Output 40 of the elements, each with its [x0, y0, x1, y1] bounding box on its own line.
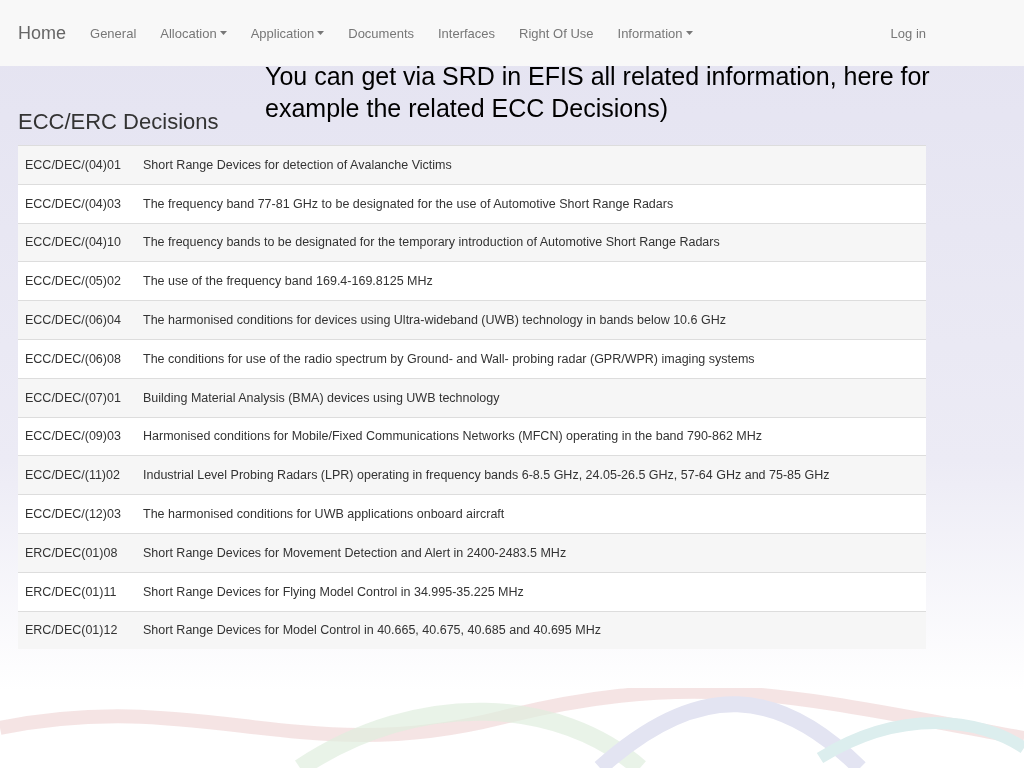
- nav-menu-item[interactable]: Documents: [348, 25, 414, 41]
- decision-code: ECC/DEC/(06)08: [24, 351, 122, 366]
- decision-title: Short Range Devices for detection of Avalanche Victims: [143, 157, 452, 172]
- decision-title: The harmonised conditions for UWB applications onboard aircraft: [143, 507, 505, 522]
- decision-code: ECC/DEC/(09)03: [24, 429, 122, 444]
- section-heading: ECC/ERC Decisions: [18, 109, 219, 136]
- decision-code: ECC/DEC/(06)04: [24, 313, 122, 328]
- decision-code: ERC/DEC(01)08: [24, 545, 119, 560]
- nav-menu-item[interactable]: Information: [617, 25, 693, 41]
- nav-menu-item[interactable]: Right Of Use: [519, 25, 594, 41]
- nav-menu-item[interactable]: General: [90, 25, 137, 41]
- nav-menu-item[interactable]: Interfaces: [438, 25, 496, 41]
- decision-code: ERC/DEC(01)11: [24, 584, 118, 599]
- nav-menu-item[interactable]: Allocation: [160, 25, 227, 41]
- decision-title: Industrial Level Probing Radars (LPR) operating in frequency bands 6-8.5 GHz, 24.05-26.5 GHz, 57-64 GHz and 75-85 GHz: [143, 468, 830, 483]
- decision-title: Short Range Devices for Flying Model Control in 34.995-35.225 MHz: [143, 584, 524, 599]
- decision-title: The use of the frequency band 169.4-169.8125 MHz: [143, 274, 433, 289]
- decision-code: ECC/DEC/(07)01: [24, 390, 122, 405]
- login-link[interactable]: Log in: [890, 25, 926, 41]
- decision-title: Building Material Analysis (BMA) devices using UWB technology: [143, 390, 500, 405]
- home-link[interactable]: Home: [18, 22, 66, 44]
- caret-icon: [685, 31, 693, 35]
- decision-title: The conditions for use of the radio spectrum by Ground- and Wall- probing radar (GPR/WPR) imaging systems: [143, 351, 755, 366]
- decision-title: The harmonised conditions for devices using Ultra-wideband (UWB) technology in bands below 10.6 GHz: [143, 313, 726, 328]
- decision-title: The frequency bands to be designated for the temporary introduction of Automotive Short Range Radars: [143, 235, 720, 250]
- decision-code: ERC/DEC(01)12: [24, 623, 119, 638]
- decision-code: ECC/DEC/(11)02: [24, 468, 121, 483]
- decision-code: ECC/DEC/(04)03: [24, 196, 122, 211]
- decision-title: Harmonised conditions for Mobile/Fixed Communications Networks (MFCN) operating in the band 790-862 MHz: [143, 429, 762, 444]
- decision-title: The frequency band 77-81 GHz to be designated for the use of Automotive Short Range Radars: [143, 196, 674, 211]
- annotation-text: You can get via SRD in EFIS all related information, here for example the related ECC Decisions): [265, 61, 931, 124]
- decision-title: Short Range Devices for Model Control in 40.665, 40.675, 40.685 and 40.695 MHz: [143, 623, 601, 638]
- decision-code: ECC/DEC/(04)10: [24, 235, 122, 250]
- caret-icon: [317, 31, 325, 35]
- decision-code: ECC/DEC/(12)03: [24, 507, 122, 522]
- decision-code: ECC/DEC/(04)01: [24, 157, 122, 172]
- decision-title: Short Range Devices for Movement Detection and Alert in 2400-2483.5 MHz: [143, 545, 567, 560]
- nav-menu-item[interactable]: Application: [250, 25, 325, 41]
- decision-code: ECC/DEC/(05)02: [24, 274, 122, 289]
- caret-icon: [219, 31, 227, 35]
